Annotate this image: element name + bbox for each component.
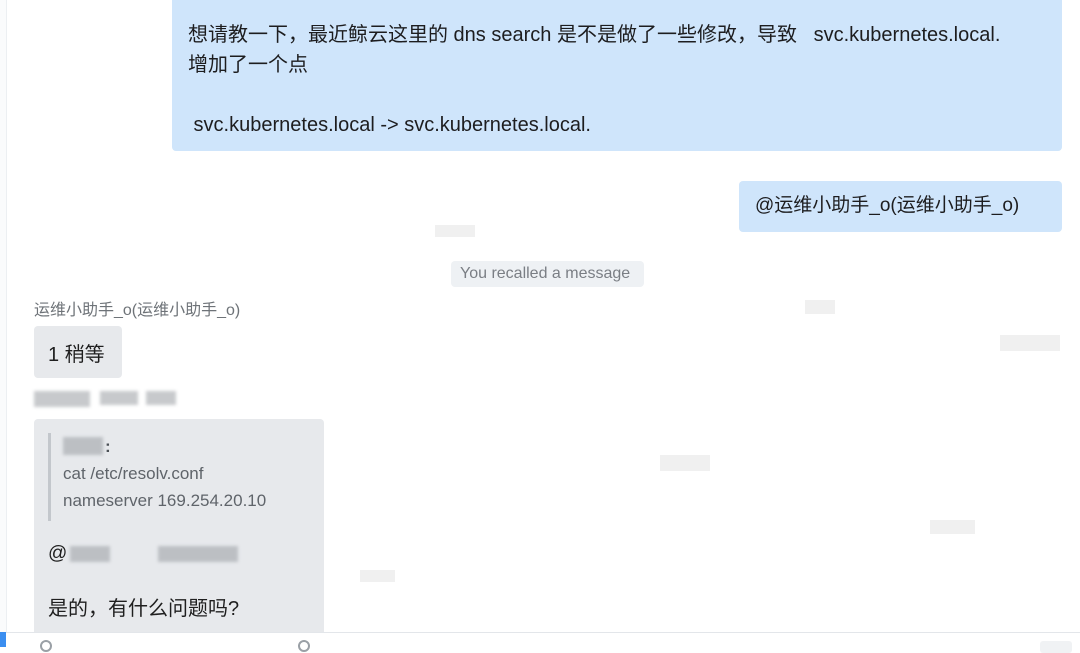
message-text: 增加了一个点 bbox=[188, 54, 308, 76]
sender-name-redacted bbox=[34, 389, 179, 407]
attachment-icon[interactable] bbox=[298, 640, 310, 652]
quoted-line: nameserver 169.254.20.10 bbox=[63, 491, 267, 510]
emoji-icon[interactable] bbox=[40, 640, 52, 652]
message-text: 想请教一下，最近鲸云这里的 dns search 是不是做了一些修改，导致 sv… bbox=[188, 24, 1001, 46]
message-text: svc.kubernetes.local -> svc.kubernetes.l… bbox=[188, 114, 591, 136]
quoted-author-colon: : bbox=[105, 437, 111, 456]
watermark-noise bbox=[805, 300, 835, 314]
quoted-author: : bbox=[63, 433, 313, 460]
watermark-noise bbox=[1000, 335, 1060, 351]
redaction-block bbox=[70, 546, 110, 562]
redaction-block bbox=[146, 391, 176, 405]
watermark-noise bbox=[360, 570, 395, 582]
incoming-message-bubble[interactable]: 1 稍等 bbox=[34, 326, 122, 378]
send-button[interactable] bbox=[1040, 641, 1072, 653]
chat-message-list[interactable]: 想请教一下，最近鲸云这里的 dns search 是不是做了一些修改，导致 sv… bbox=[0, 0, 1080, 632]
redaction-block bbox=[63, 437, 103, 455]
quoted-message[interactable]: : cat /etc/resolv.conf nameserver 169.25… bbox=[48, 433, 313, 521]
mention-prefix: @ bbox=[48, 543, 68, 564]
message-input[interactable] bbox=[0, 632, 1080, 648]
mention-text: @运维小助手_o(运维小助手_o) bbox=[755, 195, 1020, 216]
outgoing-message-bubble[interactable]: 想请教一下，最近鲸云这里的 dns search 是不是做了一些修改，导致 sv… bbox=[172, 0, 1062, 151]
reply-text: 是的，有什么问题吗? bbox=[48, 598, 240, 620]
mention-line: @ bbox=[48, 539, 268, 569]
redaction-block bbox=[100, 391, 138, 405]
recalled-message-notice: You recalled a message bbox=[451, 261, 644, 287]
quoted-line: cat /etc/resolv.conf bbox=[63, 464, 204, 483]
watermark-noise bbox=[930, 520, 975, 534]
watermark-noise bbox=[660, 455, 710, 471]
outgoing-mention-bubble[interactable]: @运维小助手_o(运维小助手_o) bbox=[739, 181, 1062, 232]
incoming-reply-bubble[interactable]: : cat /etc/resolv.conf nameserver 169.25… bbox=[34, 419, 324, 632]
message-text: 1 稍等 bbox=[48, 344, 105, 366]
watermark-noise bbox=[435, 225, 475, 237]
sender-name[interactable]: 运维小助手_o(运维小助手_o) bbox=[34, 296, 240, 320]
redaction-block bbox=[34, 391, 90, 407]
input-focus-accent bbox=[0, 632, 6, 647]
redaction-block bbox=[158, 546, 238, 562]
